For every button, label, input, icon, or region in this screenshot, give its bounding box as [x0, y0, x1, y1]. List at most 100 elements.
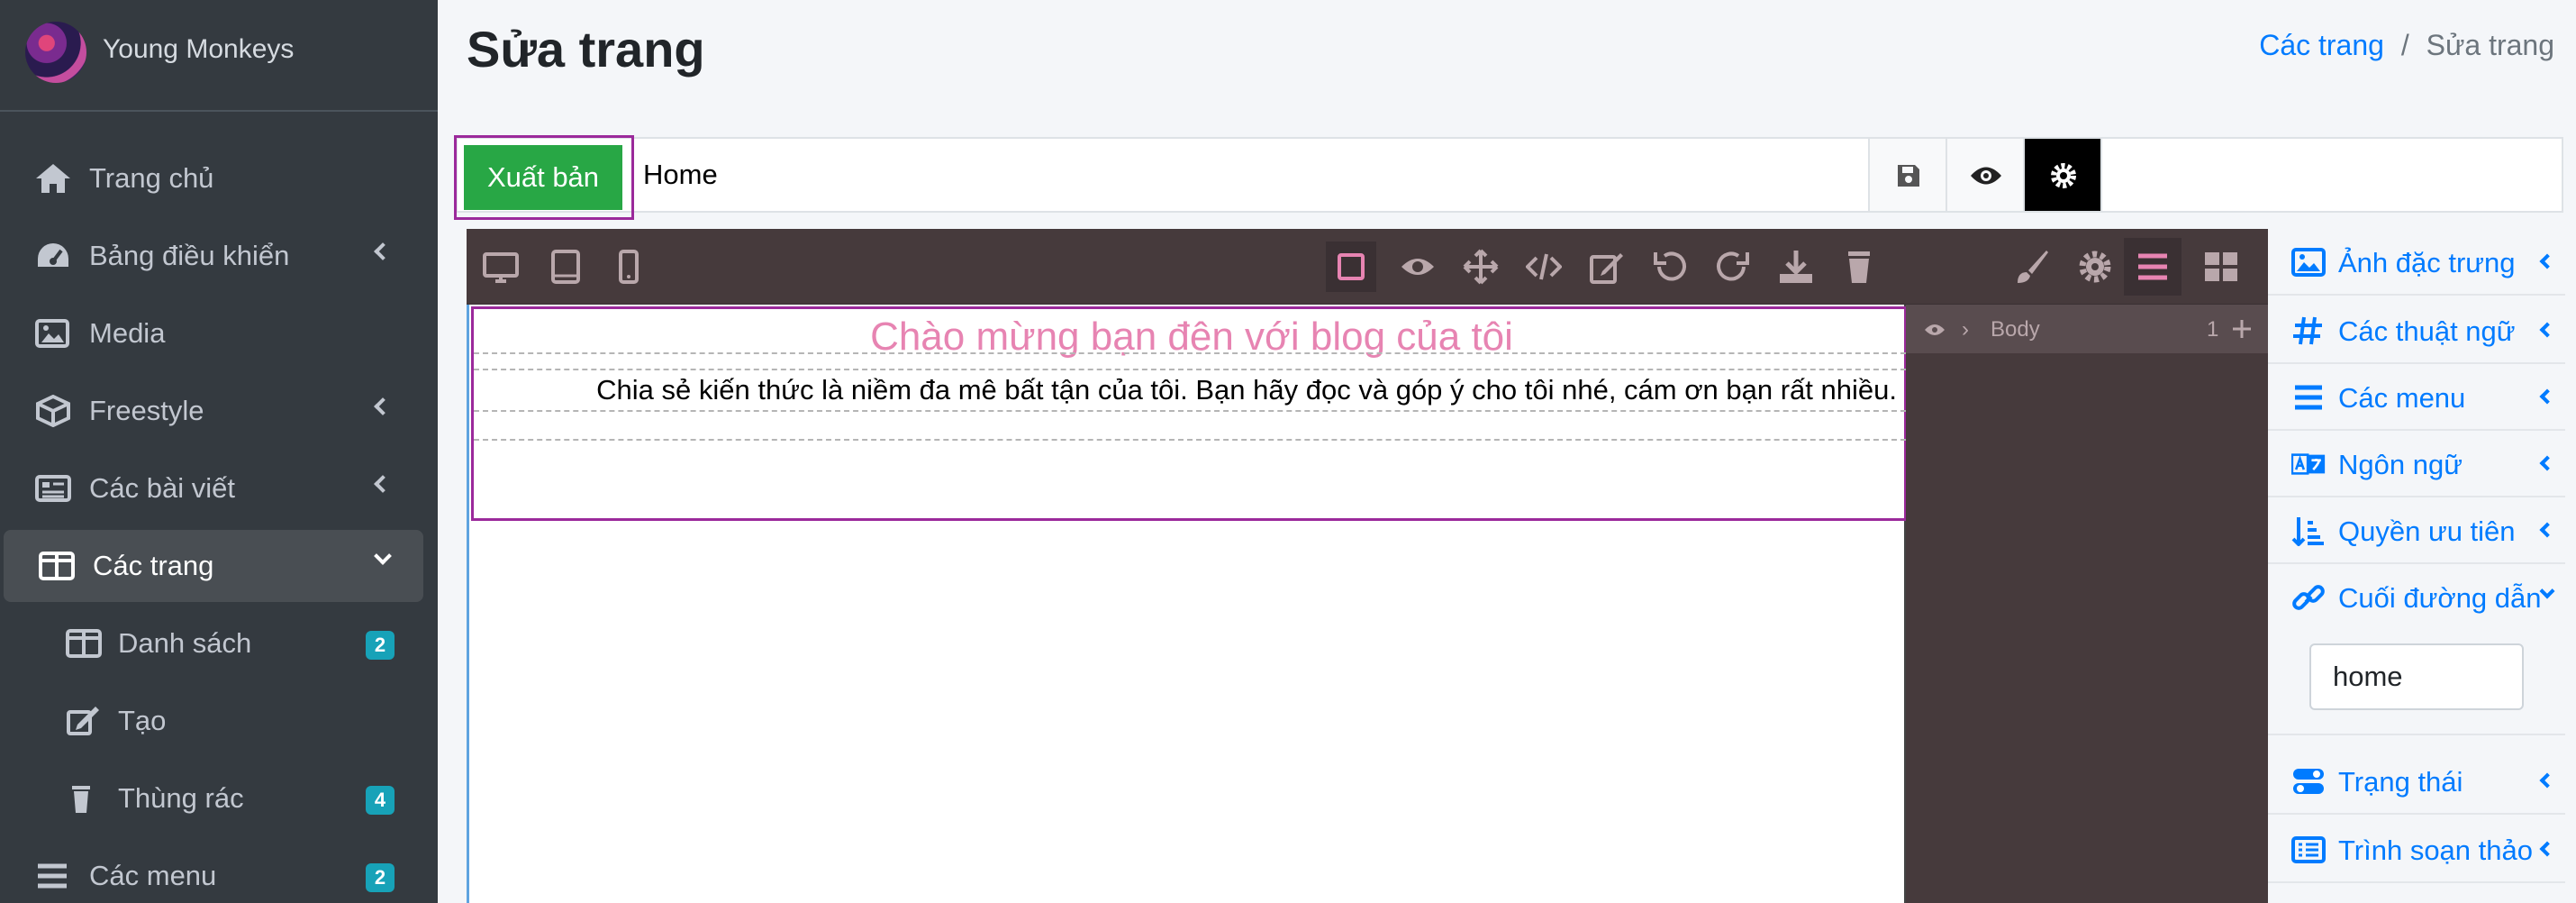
trash-icon[interactable]: [1841, 249, 1877, 285]
layer-manager-toggle[interactable]: [2124, 238, 2181, 296]
slug-input[interactable]: home: [2309, 643, 2524, 710]
bars-icon: [2295, 385, 2322, 410]
eye-icon: [1971, 167, 2001, 185]
sidebar-item-create[interactable]: Tạo: [0, 685, 423, 757]
publish-highlight: Xuất bản: [454, 135, 634, 220]
section-label: Các thuật ngữ: [2338, 315, 2516, 347]
chevron-left-icon: [2539, 322, 2555, 338]
count-badge: 2: [366, 863, 395, 892]
sidebar-item-list[interactable]: Danh sách 2: [0, 607, 423, 680]
chevron-right-icon[interactable]: ›: [1962, 317, 1969, 342]
edit-icon[interactable]: [1589, 249, 1625, 285]
hero-subtext[interactable]: Chia sẻ kiến thức là niềm đa mê bất tận …: [596, 374, 1897, 406]
section-label: Ảnh đặc trưng: [2338, 247, 2516, 278]
editor-section[interactable]: Trình soạn thảo: [2268, 816, 2565, 883]
sidebar-item-label: Thùng rác: [118, 782, 244, 814]
sidebar-item-freestyle[interactable]: Freestyle: [0, 375, 423, 447]
home-icon: [36, 164, 70, 193]
eye-icon[interactable]: [1400, 249, 1436, 285]
sidebar-item-pages[interactable]: Các trang: [4, 530, 423, 602]
section-label: Quyền ưu tiên: [2338, 515, 2516, 547]
section-label: Cuối đường dẫn: [2338, 582, 2542, 614]
chevron-left-icon: [374, 242, 392, 260]
list-icon: [2291, 836, 2326, 863]
gear-icon[interactable]: [2077, 249, 2113, 285]
sidebar-item-label: Freestyle: [89, 395, 204, 426]
breadcrumb-current: Sửa trang: [2426, 29, 2554, 61]
language-icon: [2291, 453, 2326, 475]
preview-button[interactable]: [1946, 137, 2025, 213]
eye-icon[interactable]: [1924, 323, 1946, 337]
dashboard-icon: [38, 243, 68, 267]
chevron-left-icon: [2539, 388, 2555, 405]
desktop-icon[interactable]: [483, 249, 519, 285]
priority-section[interactable]: Quyền ưu tiên: [2268, 497, 2565, 564]
move-icon[interactable]: [1463, 249, 1499, 285]
sidebar-item-dashboard[interactable]: Bảng điều khiển: [0, 220, 423, 292]
count-badge: 2: [366, 631, 395, 660]
blocks-icon[interactable]: [2203, 249, 2239, 285]
newspaper-icon: [35, 475, 71, 502]
sidebar-item-posts[interactable]: Các bài viết: [0, 452, 423, 524]
block-divider: [474, 352, 1906, 354]
breadcrumb-link[interactable]: Các trang: [2259, 29, 2384, 61]
paint-brush-icon[interactable]: [2014, 249, 2050, 285]
builder-toolbar: [467, 229, 2268, 305]
sort-icon: [2291, 517, 2324, 546]
save-button[interactable]: [1868, 137, 1947, 213]
chevron-left-icon: [374, 475, 392, 493]
layer-count: 1: [2207, 317, 2219, 342]
terms-section[interactable]: Các thuật ngữ: [2268, 297, 2565, 364]
square-icon: [1338, 253, 1365, 280]
code-icon[interactable]: [1526, 249, 1562, 285]
menus-section[interactable]: Các menu: [2268, 364, 2565, 431]
selected-section[interactable]: Chào mừng bạn đên với blog của tôi Chia …: [471, 306, 1907, 521]
breadcrumb-separator: /: [2400, 29, 2409, 61]
columns-icon: [66, 629, 102, 658]
sidebar-item-label: Bảng điều khiển: [89, 240, 290, 271]
brand-name: Young Monkeys: [103, 34, 295, 64]
sidebar: Young Monkeys Trang chủ Bảng điều khiển …: [0, 0, 438, 903]
tablet-icon[interactable]: [548, 249, 584, 285]
editor-canvas[interactable]: Chào mừng bạn đên với blog của tôi Chia …: [467, 305, 1907, 903]
redo-icon[interactable]: [1715, 249, 1751, 285]
sidebar-item-media[interactable]: Media: [0, 297, 423, 369]
download-icon[interactable]: [1778, 249, 1814, 285]
bars-icon: [2138, 253, 2167, 280]
featured-image-section[interactable]: Ảnh đặc trưng: [2268, 229, 2565, 296]
chevron-left-icon: [2539, 841, 2555, 857]
block-divider: [474, 369, 1906, 370]
trash-icon: [72, 786, 90, 813]
sidebar-item-home[interactable]: Trang chủ: [0, 142, 423, 214]
page-title-input[interactable]: [638, 139, 1863, 211]
layer-row-body[interactable]: › Body 1: [1906, 305, 2268, 353]
sidebar-item-menus[interactable]: Các menu 2: [0, 840, 423, 903]
count-badge: 4: [366, 786, 395, 815]
chevron-left-icon: [2539, 772, 2555, 789]
publish-button[interactable]: Xuất bản: [464, 145, 622, 210]
sidebar-item-label: Tạo: [118, 705, 167, 736]
settings-button[interactable]: [2023, 137, 2102, 213]
chevron-left-icon: [2539, 522, 2555, 538]
gear-icon: [2051, 163, 2076, 188]
sidebar-item-label: Trang chủ: [89, 162, 214, 194]
sidebar-item-label: Các bài viết: [89, 472, 235, 504]
save-icon: [1898, 165, 1919, 187]
edit-icon: [67, 707, 99, 735]
status-section[interactable]: Trạng thái: [2268, 748, 2565, 815]
sidebar-item-trash[interactable]: Thùng rác 4: [0, 762, 423, 835]
chevron-down-icon: [374, 547, 392, 565]
brand[interactable]: Young Monkeys: [0, 0, 438, 112]
image-icon: [2291, 248, 2326, 277]
image-icon: [35, 319, 69, 348]
brand-logo: [25, 22, 86, 83]
mobile-icon[interactable]: [611, 249, 647, 285]
undo-icon[interactable]: [1652, 249, 1688, 285]
outline-toggle[interactable]: [1326, 242, 1376, 292]
chevron-left-icon: [2539, 253, 2555, 269]
chevron-left-icon: [374, 397, 392, 415]
section-label: Trình soạn thảo: [2338, 835, 2533, 866]
language-section[interactable]: Ngôn ngữ: [2268, 431, 2565, 497]
move-icon[interactable]: [2232, 319, 2252, 339]
page-options-panel: Ảnh đặc trưng Các thuật ngữ Các menu Ngô…: [2268, 229, 2576, 903]
